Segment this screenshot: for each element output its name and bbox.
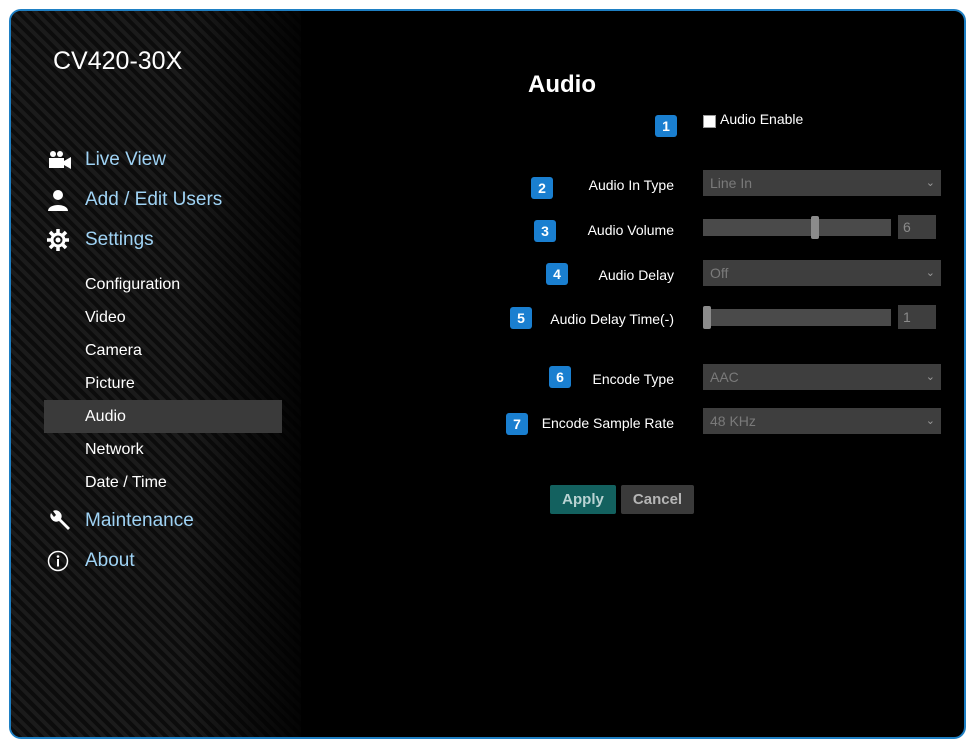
audio-in-type-value: Line In (710, 175, 753, 191)
audio-delay-select[interactable]: Off ⌄ (703, 260, 941, 286)
nav-maintenance-label: Maintenance (85, 510, 194, 531)
nav-add-edit-users[interactable]: Add / Edit Users (47, 188, 222, 212)
user-icon (47, 188, 77, 212)
cancel-button[interactable]: Cancel (621, 485, 694, 514)
encode-type-select[interactable]: AAC ⌄ (703, 364, 941, 390)
badge-1: 1 (655, 115, 677, 137)
nav-add-edit-users-label: Add / Edit Users (85, 189, 223, 210)
apply-button[interactable]: Apply (550, 485, 616, 514)
nav-sub-picture[interactable]: Picture (44, 367, 282, 400)
info-icon (47, 549, 77, 573)
badge-7: 7 (506, 413, 528, 435)
encode-sample-rate-select[interactable]: 48 KHz ⌄ (703, 408, 941, 434)
nav-about-label: About (85, 550, 135, 571)
audio-in-type-label: Audio In Type (588, 177, 674, 193)
audio-in-type-select[interactable]: Line In ⌄ (703, 170, 941, 196)
encode-type-value: AAC (710, 369, 739, 385)
badge-4: 4 (546, 263, 568, 285)
brand-title: CV420-30X (53, 47, 183, 75)
sidebar: CV420-30X Live View Add / Edit Users Set… (11, 11, 301, 737)
chevron-down-icon: ⌄ (925, 177, 935, 189)
audio-enable-checkbox[interactable] (703, 115, 716, 128)
nav-settings-label: Settings (85, 229, 154, 250)
audio-delay-time-slider-thumb[interactable] (703, 306, 711, 329)
chevron-down-icon: ⌄ (925, 267, 935, 279)
encode-sample-rate-label: Encode Sample Rate (541, 415, 674, 431)
encode-sample-rate-value: 48 KHz (710, 413, 756, 429)
audio-delay-time-label: Audio Delay Time(-) (550, 311, 674, 327)
audio-delay-time-input[interactable]: 1 (898, 305, 936, 329)
chevron-down-icon: ⌄ (925, 371, 935, 383)
nav-sub-configuration[interactable]: Configuration (44, 268, 282, 301)
audio-volume-input[interactable]: 6 (898, 215, 936, 239)
audio-volume-label: Audio Volume (587, 222, 674, 238)
audio-delay-value: Off (710, 265, 729, 281)
badge-5: 5 (510, 307, 532, 329)
badge-3: 3 (534, 220, 556, 242)
audio-volume-slider-thumb[interactable] (811, 216, 819, 239)
audio-enable-label: Audio Enable (720, 111, 804, 127)
audio-volume-slider[interactable] (703, 216, 891, 239)
app-frame: CV420-30X Live View Add / Edit Users Set… (9, 9, 966, 739)
nav-live-view-label: Live View (85, 149, 166, 170)
nav-sub-date-time[interactable]: Date / Time (44, 466, 282, 499)
gear-icon (47, 228, 77, 252)
wrench-icon (47, 509, 77, 533)
camera-icon (47, 148, 77, 172)
nav-about[interactable]: About (47, 549, 135, 573)
nav-sub-camera[interactable]: Camera (44, 334, 282, 367)
audio-delay-label: Audio Delay (598, 267, 675, 283)
nav-settings[interactable]: Settings (47, 228, 154, 252)
badge-2: 2 (531, 177, 553, 199)
chevron-down-icon: ⌄ (925, 415, 935, 427)
nav-sub-audio[interactable]: Audio (44, 400, 282, 433)
nav-live-view[interactable]: Live View (47, 148, 166, 172)
nav-maintenance[interactable]: Maintenance (47, 509, 194, 533)
nav-sub-network[interactable]: Network (44, 433, 282, 466)
encode-type-label: Encode Type (592, 371, 674, 387)
page-title: Audio (528, 71, 596, 98)
audio-delay-time-slider[interactable] (703, 306, 891, 329)
nav-sub-video[interactable]: Video (44, 301, 282, 334)
badge-6: 6 (549, 366, 571, 388)
